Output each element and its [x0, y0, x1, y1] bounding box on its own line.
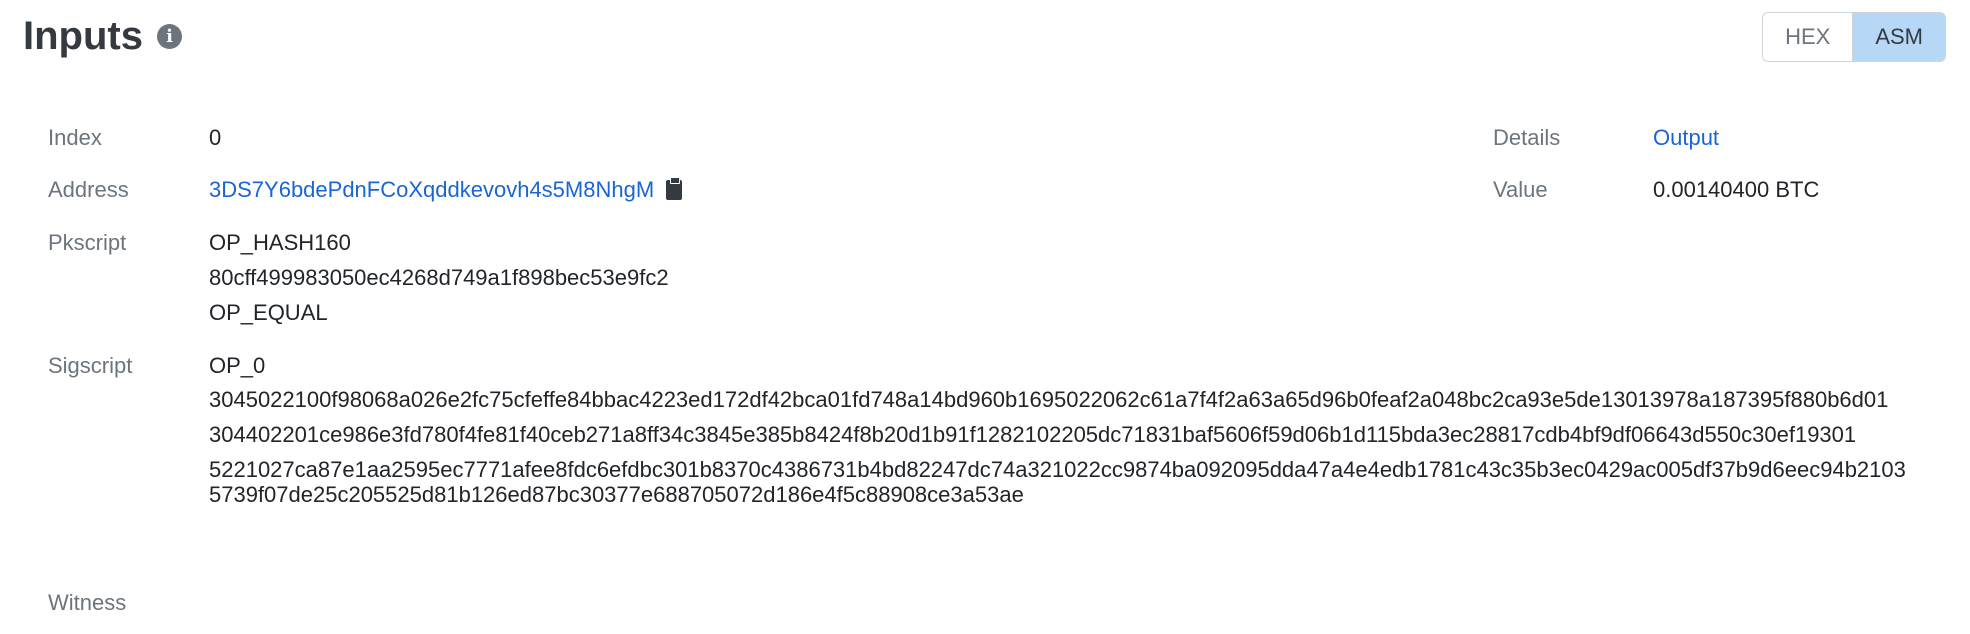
index-label: Index: [48, 125, 102, 150]
asm-button[interactable]: ASM: [1852, 13, 1945, 61]
address-value-wrap: 3DS7Y6bdePdnFCoXqddkevovh4s5M8NhgM: [209, 176, 683, 204]
format-toggle: HEX ASM: [1762, 12, 1946, 62]
clipboard-icon[interactable]: [666, 177, 683, 200]
sigscript-value: OP_0 3045022100f98068a026e2fc75cfeffe84b…: [209, 352, 1909, 517]
sigscript-line: 5221027ca87e1aa2595ec7771afee8fdc6efdbc3…: [209, 457, 1906, 507]
details-label: Details: [1493, 125, 1561, 150]
sigscript-label: Sigscript: [48, 353, 133, 378]
sigscript-line: 3045022100f98068a026e2fc75cfeffe84bbac42…: [209, 387, 1889, 412]
address-label: Address: [48, 177, 129, 202]
value-amount: 0.00140400 BTC: [1653, 177, 1820, 202]
sigscript-line: OP_0: [209, 353, 266, 378]
info-icon[interactable]: i: [156, 23, 182, 49]
value-label: Value: [1493, 177, 1548, 202]
address-link[interactable]: 3DS7Y6bdePdnFCoXqddkevovh4s5M8NhgM: [209, 177, 654, 202]
page-title: Inputs: [23, 14, 143, 58]
output-link[interactable]: Output: [1653, 124, 1719, 152]
title-wrap: Inputs i: [23, 12, 182, 60]
pkscript-line: OP_EQUAL: [209, 300, 328, 325]
hex-button[interactable]: HEX: [1763, 13, 1853, 61]
sigscript-line: 304402201ce986e3fd780f4fe81f40ceb271a8ff…: [209, 422, 1857, 447]
pkscript-line: 80cff499983050ec4268d749a1f898bec53e9fc2: [209, 265, 669, 290]
pkscript-line: OP_HASH160: [209, 230, 351, 255]
pkscript-value: OP_HASH160 80cff499983050ec4268d749a1f89…: [209, 229, 669, 334]
pkscript-label: Pkscript: [48, 230, 127, 255]
inputs-header: Inputs i HEX ASM: [23, 12, 1946, 62]
witness-label: Witness: [48, 590, 127, 615]
index-value: 0: [209, 125, 222, 150]
